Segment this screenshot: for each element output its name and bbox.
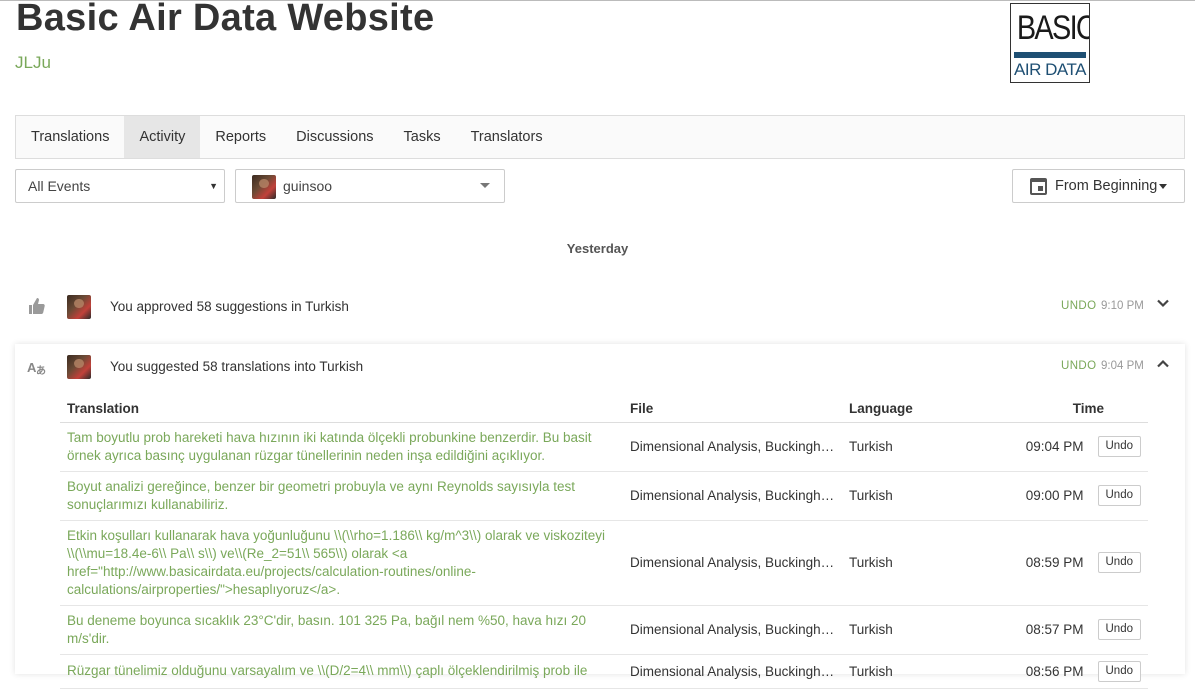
avatar xyxy=(67,295,91,319)
translation-text[interactable]: Tam boyutlu prob hareketi hava hızının i… xyxy=(60,422,623,472)
tab-tasks[interactable]: Tasks xyxy=(389,116,456,158)
table-row: Tam boyutlu prob hareketi hava hızının i… xyxy=(60,422,1148,472)
tab-discussions[interactable]: Discussions xyxy=(281,116,388,158)
date-range-button[interactable]: From Beginning xyxy=(1012,169,1185,203)
project-logo: BASIC AIR DATA xyxy=(1010,3,1090,83)
user-filter-select[interactable]: guinsoo xyxy=(235,169,505,203)
translation-text[interactable]: Boyut analizi gereğince, benzer bir geom… xyxy=(60,471,623,521)
table-row: Etkin koşulları kullanarak hava yoğunluğ… xyxy=(60,520,1148,606)
row-time: 09:04 PM xyxy=(982,422,1091,472)
caret-down-icon xyxy=(1159,184,1167,189)
undo-button[interactable]: Undo xyxy=(1097,485,1141,506)
language-name: Turkish xyxy=(842,471,982,521)
language-name: Turkish xyxy=(842,520,982,606)
tab-reports[interactable]: Reports xyxy=(200,116,281,158)
tab-activity[interactable]: Activity xyxy=(124,116,201,158)
undo-link[interactable]: UNDO xyxy=(1061,300,1096,312)
column-header-file: File xyxy=(623,394,842,423)
table-header-row: Translation File Language Time xyxy=(60,394,1148,423)
table-row: Boyut analizi gereğince, benzer bir geom… xyxy=(60,471,1148,521)
row-time: 08:57 PM xyxy=(982,605,1091,655)
caret-down-icon xyxy=(480,183,490,188)
language-name: Turkish xyxy=(842,422,982,472)
file-name[interactable]: Dimensional Analysis, Buckingham Pi Theo… xyxy=(630,664,835,679)
column-header-time: Time xyxy=(982,394,1148,423)
column-header-language: Language xyxy=(842,394,982,423)
file-name[interactable]: Dimensional Analysis, Buckingham Pi Theo… xyxy=(630,622,835,637)
language-name: Turkish xyxy=(842,605,982,655)
date-range-label: From Beginning xyxy=(1055,178,1158,194)
event-description: You approved 58 suggestions in Turkish xyxy=(110,299,349,314)
translate-icon: Aあ xyxy=(27,358,47,378)
events-filter-select[interactable]: All Events ▼ xyxy=(15,169,225,203)
activity-event[interactable]: Aあ You suggested 58 translations into Tu… xyxy=(15,344,1185,689)
row-time: 08:56 PM xyxy=(982,654,1091,689)
logo-line1: BASIC xyxy=(1016,9,1090,47)
file-name[interactable]: Dimensional Analysis, Buckingham Pi Theo… xyxy=(630,488,835,503)
undo-link[interactable]: UNDO xyxy=(1061,360,1096,372)
chevron-up-icon[interactable] xyxy=(1156,357,1170,371)
tab-translations[interactable]: Translations xyxy=(16,116,124,158)
avatar xyxy=(252,175,276,199)
translations-table: Translation File Language Time Tam boyut… xyxy=(60,394,1148,689)
undo-button[interactable]: Undo xyxy=(1097,552,1141,573)
file-name[interactable]: Dimensional Analysis, Buckingham Pi Theo… xyxy=(630,439,835,454)
svg-text:あ: あ xyxy=(36,364,46,376)
caret-down-icon: ▼ xyxy=(209,181,218,191)
file-name[interactable]: Dimensional Analysis, Buckingham Pi Theo… xyxy=(630,555,835,570)
table-row: Rüzgar tünelimiz olduğunu varsayalım ve … xyxy=(60,654,1148,689)
table-row: Bu deneme boyunca sıcaklık 23°C'dir, bas… xyxy=(60,605,1148,655)
logo-bar xyxy=(1014,52,1086,58)
translation-text[interactable]: Etkin koşulları kullanarak hava yoğunluğ… xyxy=(60,520,623,606)
language-name: Turkish xyxy=(842,654,982,689)
event-description: You suggested 58 translations into Turki… xyxy=(110,359,364,374)
activity-event[interactable]: You approved 58 suggestions in Turkish U… xyxy=(15,289,1185,325)
translation-text[interactable]: Bu deneme boyunca sıcaklık 23°C'dir, bas… xyxy=(60,605,623,655)
row-time: 09:00 PM xyxy=(982,471,1091,521)
column-header-translation: Translation xyxy=(60,394,623,423)
translation-text[interactable]: Rüzgar tünelimiz olduğunu varsayalım ve … xyxy=(60,654,623,689)
events-filter-value: All Events xyxy=(28,178,91,194)
avatar xyxy=(67,355,91,379)
day-heading: Yesterday xyxy=(566,241,629,256)
row-time: 08:59 PM xyxy=(982,520,1091,606)
calendar-icon xyxy=(1030,178,1047,195)
undo-button[interactable]: Undo xyxy=(1097,619,1141,640)
user-filter-value: guinsoo xyxy=(283,178,333,194)
event-time: 9:10 PM xyxy=(1101,300,1144,312)
logo-line2: AIR DATA xyxy=(1014,60,1086,79)
thumbs-up-icon xyxy=(27,297,47,317)
undo-button[interactable]: Undo xyxy=(1097,436,1141,457)
tab-translators[interactable]: Translators xyxy=(456,116,558,158)
event-time: 9:04 PM xyxy=(1101,360,1144,372)
organization-link[interactable]: JLJu xyxy=(15,53,51,73)
project-title: Basic Air Data Website xyxy=(16,0,435,39)
project-tabs: Translations Activity Reports Discussion… xyxy=(15,115,1185,159)
chevron-down-icon[interactable] xyxy=(1156,296,1170,310)
